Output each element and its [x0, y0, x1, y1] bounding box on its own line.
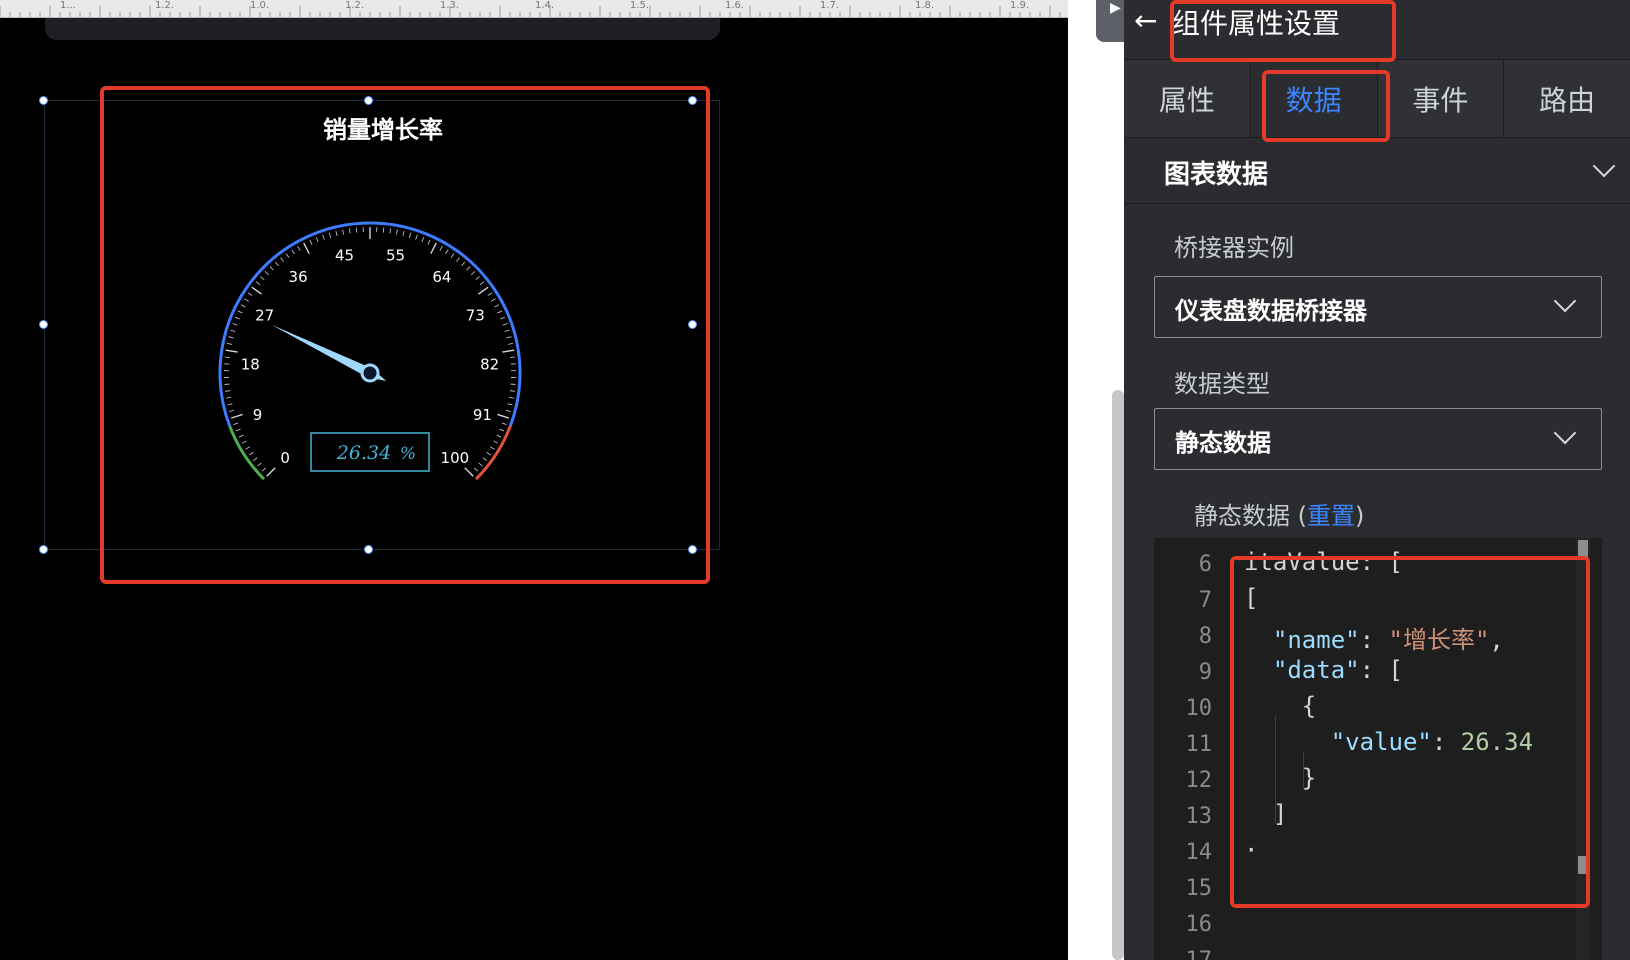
line-number: 13	[1185, 804, 1213, 829]
bridge-label: 桥接器实例	[1174, 234, 1294, 262]
ruler-label: 1.4.	[535, 0, 554, 11]
section-title: 图表数据	[1164, 160, 1269, 190]
reset-link[interactable]: 重置	[1307, 502, 1355, 530]
data-type-select-value: 静态数据	[1175, 429, 1271, 457]
resize-handle-l[interactable]	[39, 320, 48, 329]
chevron-down-icon	[1553, 289, 1577, 313]
annotation-box-data-tab	[1262, 70, 1390, 142]
chart-data-section-header[interactable]: 图表数据	[1124, 138, 1630, 204]
ruler-label: 1.7.	[820, 0, 839, 11]
line-number: 8	[1198, 624, 1212, 649]
canvas-top-bar	[45, 18, 720, 40]
tab-properties[interactable]: 属性	[1124, 60, 1251, 137]
ruler-label: 1.6.	[725, 0, 744, 11]
line-number: 11	[1185, 732, 1213, 757]
line-number: 12	[1185, 768, 1213, 793]
resize-handle-tl[interactable]	[39, 96, 48, 105]
ruler-label: 1.8.	[915, 0, 934, 11]
data-type-label: 数据类型	[1174, 370, 1270, 398]
line-number: 7	[1198, 588, 1212, 613]
ruler-label: 1.3.	[440, 0, 459, 11]
line-number: 10	[1185, 696, 1213, 721]
line-number: 6	[1198, 552, 1212, 577]
ruler-label: 1.5.	[630, 0, 649, 11]
bridge-select-value: 仪表盘数据桥接器	[1175, 297, 1367, 325]
chevron-down-icon	[1553, 421, 1577, 445]
ruler-label: 1.2.	[155, 0, 174, 11]
screen: 1... 1.2. 1.0. 1.2. 1.3. 1.4. 1.5. 1.6. 1.7. 1.8.…	[0, 0, 1630, 960]
tab-events[interactable]: 事件	[1377, 60, 1505, 137]
caret-right-icon: ▶	[1110, 0, 1121, 16]
line-number: 17	[1154, 948, 1213, 960]
static-data-label-text: 静态数据 (	[1194, 502, 1307, 530]
tab-routing[interactable]: 路由	[1504, 60, 1630, 137]
line-number: 9	[1198, 660, 1212, 685]
arrow-left-icon[interactable]: ←	[1134, 4, 1157, 37]
annotation-box-gauge	[100, 86, 710, 584]
bridge-select[interactable]: 仪表盘数据桥接器	[1154, 276, 1602, 338]
line-number: 16	[1185, 912, 1213, 937]
annotation-box-json	[1230, 556, 1590, 908]
line-number: 14	[1185, 840, 1213, 865]
line-number: 15	[1185, 876, 1213, 901]
ruler-label: 1.0.	[250, 0, 269, 11]
line-number-gutter: 6 7 8 9 10 11 12 13 14 15 16 17	[1154, 538, 1224, 960]
static-data-label-close: )	[1355, 502, 1365, 530]
resize-handle-bl[interactable]	[39, 545, 48, 554]
annotation-box-title	[1170, 0, 1396, 62]
ruler-label: 1...	[60, 0, 76, 11]
chevron-down-icon	[1592, 154, 1616, 178]
ruler-label: 1.9.	[1010, 0, 1029, 11]
static-data-label: 静态数据 (重置)	[1194, 496, 1364, 531]
ruler-label: 1.2.	[345, 0, 364, 11]
canvas-scrollbar[interactable]	[1112, 390, 1124, 960]
data-type-select[interactable]: 静态数据	[1154, 408, 1602, 470]
ruler-ticks: 1... 1.2. 1.0. 1.2. 1.3. 1.4. 1.5. 1.6. 1.7. 1.8.…	[0, 0, 1061, 17]
editor-canvas[interactable]: 销量增长率 0 9 18 27 36 45 55 64 73 82 91 100 26.34%	[0, 18, 1068, 960]
canvas-ruler: 1... 1.2. 1.0. 1.2. 1.3. 1.4. 1.5. 1.6. 1.7. 1.8.…	[0, 0, 1068, 18]
